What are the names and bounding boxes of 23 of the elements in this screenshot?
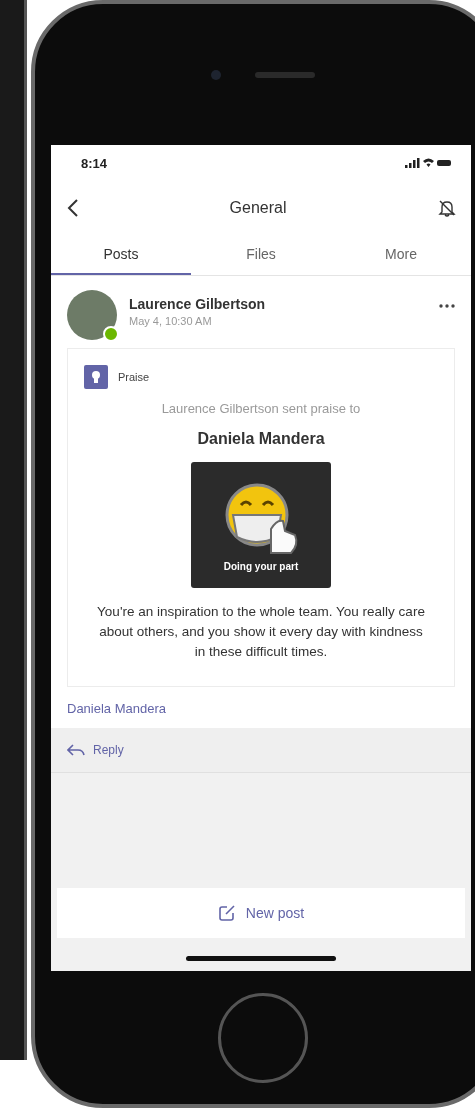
tab[interactable]: Files bbox=[191, 235, 331, 275]
bell-off-icon[interactable] bbox=[437, 198, 457, 218]
home-button[interactable] bbox=[218, 992, 308, 1083]
tab[interactable]: More bbox=[331, 235, 471, 275]
recipient-name: Daniela Mandera bbox=[197, 430, 325, 448]
back-icon[interactable] bbox=[67, 198, 79, 218]
new-post-button[interactable]: New post bbox=[57, 888, 465, 938]
reply-button[interactable]: Reply bbox=[67, 743, 124, 757]
speaker-grille bbox=[255, 71, 315, 78]
praise-intro: Laurence Gilbertson sent praise to bbox=[161, 401, 361, 416]
status-icons bbox=[405, 157, 451, 169]
post-timestamp: May 4, 10:30 AM bbox=[129, 315, 213, 327]
camera-icon bbox=[211, 69, 221, 80]
author-name: Laurence Gilbertson bbox=[129, 296, 267, 312]
card-label: Praise bbox=[118, 371, 150, 383]
channel-title: General bbox=[229, 199, 287, 217]
compose-icon bbox=[217, 904, 236, 922]
badge-caption: Doing your part bbox=[223, 560, 299, 572]
praise-message: You're an inspiration to the whole team. You really care about others, and you show it every day with kindness in these difficult times. bbox=[96, 603, 426, 661]
status-time: 8:14 bbox=[81, 155, 108, 171]
avatar-placeholder bbox=[67, 290, 117, 340]
mention-link[interactable]: Daniela Mandera bbox=[67, 701, 166, 716]
reply-icon bbox=[67, 744, 85, 756]
